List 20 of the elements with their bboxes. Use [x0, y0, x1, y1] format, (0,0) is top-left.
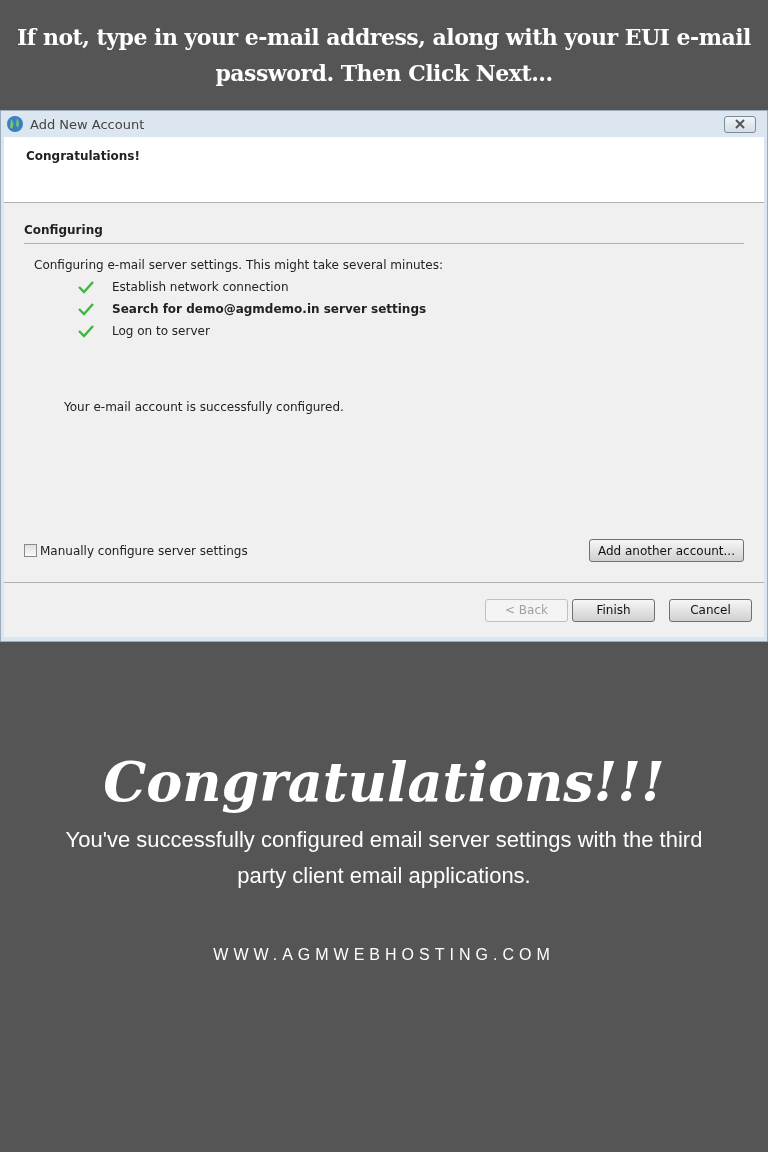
status-text: Configuring e-mail server settings. This might take several minutes: [34, 258, 444, 272]
globe-icon [6, 115, 24, 133]
banner-heading: If not, type in your e-mail address, along with your EUI e-mail password. Then Click Next... [16, 23, 752, 88]
dialog-button[interactable]: Finish [572, 598, 655, 622]
result-text: Your e-mail account is successfully configured. [64, 400, 345, 414]
close-button[interactable] [724, 115, 756, 133]
window-title: Add New Account [30, 116, 145, 132]
checkbox[interactable] [24, 544, 37, 557]
step-label: Log on to server [112, 324, 210, 338]
step-label: Establish network connection [112, 280, 289, 294]
header-title: Congratulations! [26, 149, 140, 163]
message-text: You've successfully configured email server settings with the third party client email applications. [64, 826, 704, 890]
website-url: WWW.AGMWEBHOSTING.COM [213, 946, 555, 964]
step-label: Search for demo@agmdemo.in server settings [112, 302, 427, 316]
headline: Congratulations!!! [103, 750, 665, 814]
checkbox-label: Manually configure server settings [40, 543, 248, 558]
section-title: Configuring [24, 223, 744, 244]
add-account-button[interactable]: Add another account... [588, 539, 744, 562]
dialog-button[interactable]: Cancel [669, 598, 752, 622]
close-icon [734, 119, 746, 129]
